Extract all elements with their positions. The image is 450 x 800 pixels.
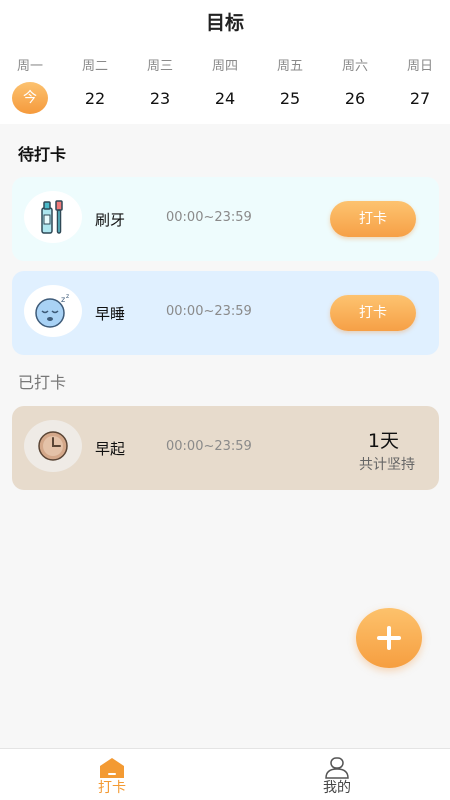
day-date: 23 (149, 89, 171, 108)
day-name: 周日 (406, 59, 433, 74)
habit-name: 刷牙 (95, 211, 126, 229)
day-name: 周四 (211, 59, 238, 74)
day-sat[interactable]: 周六 26 (325, 58, 385, 110)
tab-profile[interactable]: 我的 (277, 749, 397, 800)
day-name: 周三 (146, 59, 173, 74)
day-name: 周二 (81, 59, 108, 74)
day-mon[interactable]: 周一 今 (0, 58, 60, 114)
habit-name: 早起 (95, 440, 126, 458)
tab-label: 我的 (323, 780, 351, 796)
bottom-tab-bar: 打卡 我的 (0, 748, 450, 800)
day-name: 周五 (276, 59, 303, 74)
habit-time: 00:00~23:59 (166, 439, 252, 454)
day-date: 25 (279, 89, 301, 108)
day-tue[interactable]: 周二 22 (65, 58, 125, 110)
check-in-button[interactable]: 打卡 (330, 295, 416, 331)
habit-time: 00:00~23:59 (166, 304, 252, 319)
day-date: 27 (409, 89, 431, 108)
day-date: 26 (344, 89, 366, 108)
streak-count: 1天 (367, 430, 399, 452)
streak-label: 共计坚持 (359, 457, 415, 473)
plus-icon (377, 626, 401, 650)
page-title: 目标 (205, 12, 244, 34)
check-in-button[interactable]: 打卡 (330, 201, 416, 237)
clock-icon (24, 420, 82, 472)
tab-label: 打卡 (98, 780, 126, 796)
habit-card-wake-early[interactable]: 早起 00:00~23:59 1天 共计坚持 (12, 406, 439, 490)
habit-name: 早睡 (95, 305, 126, 323)
add-habit-button[interactable] (356, 608, 422, 668)
habit-time: 00:00~23:59 (166, 210, 252, 225)
done-section-title: 已打卡 (18, 373, 67, 392)
today-badge: 今 (12, 82, 48, 114)
week-strip: 周一 今 周二 22 周三 23 周四 24 周五 25 周六 26 周日 27 (0, 58, 450, 118)
day-thu[interactable]: 周四 24 (195, 58, 255, 110)
day-name: 周六 (341, 59, 368, 74)
home-icon (100, 758, 124, 778)
sleep-face-icon: z z (24, 285, 82, 337)
day-date: 24 (214, 89, 236, 108)
day-wed[interactable]: 周三 23 (130, 58, 190, 110)
day-sun[interactable]: 周日 27 (390, 58, 450, 110)
top-header: 目标 周一 今 周二 22 周三 23 周四 24 周五 25 周六 26 周日… (0, 0, 450, 124)
profile-icon (325, 757, 349, 779)
habit-card-brush-teeth[interactable]: 刷牙 00:00~23:59 打卡 (12, 177, 439, 261)
day-name: 周一 (16, 59, 43, 74)
svg-text:z: z (66, 293, 69, 300)
day-fri[interactable]: 周五 25 (260, 58, 320, 110)
svg-text:z: z (61, 295, 65, 304)
toothbrush-icon (24, 191, 82, 243)
habit-card-sleep-early[interactable]: z z 早睡 00:00~23:59 打卡 (12, 271, 439, 355)
day-date: 22 (84, 89, 106, 108)
pending-section-title: 待打卡 (18, 145, 67, 164)
tab-check-in[interactable]: 打卡 (52, 749, 172, 800)
